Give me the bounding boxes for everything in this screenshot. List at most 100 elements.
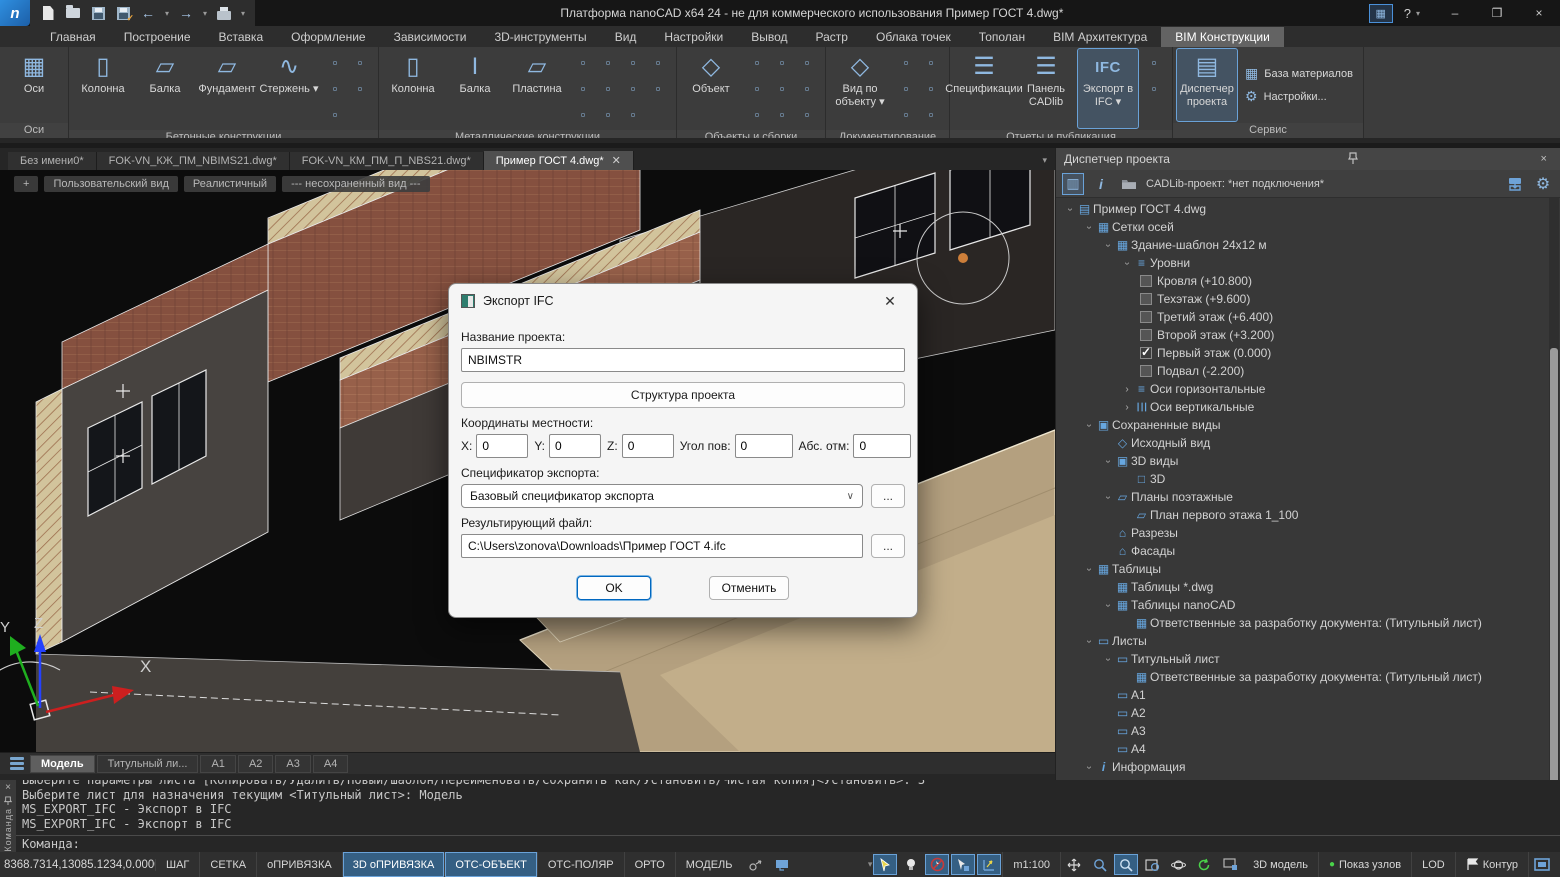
copy-spec-icon[interactable]: ▫	[1142, 76, 1166, 100]
joint-h2-icon[interactable]: ▫	[646, 76, 670, 100]
ribbon-tab-Оформление[interactable]: Оформление	[277, 27, 379, 47]
ribbon-button-rebar-rod[interactable]: ∿Стержень ▾	[259, 49, 319, 128]
export-spec-select[interactable]: Базовый спецификатор экспорта∨	[461, 484, 863, 508]
tree-item[interactable]: ▦Ответственные за разработку документа: …	[1056, 614, 1560, 632]
node-plate-icon[interactable]: ▫	[596, 76, 620, 100]
status-toggle-оПРИВЯЗКА[interactable]: оПРИВЯЗКА	[257, 852, 343, 877]
tree-report-icon[interactable]: ▫	[1142, 50, 1166, 74]
ribbon-button-steel-beam[interactable]: IБалка	[445, 49, 505, 128]
app-logo-icon[interactable]: n	[0, 0, 30, 26]
palette-icon[interactable]: ▦	[1369, 4, 1393, 23]
show-nodes-toggle[interactable]: ● Показ узлов	[1319, 852, 1412, 877]
ribbon-button-object-cube[interactable]: ◇Объект	[681, 49, 741, 128]
checkbox-unchecked[interactable]	[1140, 293, 1152, 305]
dome-rebar-icon[interactable]: ▫	[323, 102, 347, 126]
tree-item[interactable]: ›▦Таблицы	[1056, 560, 1560, 578]
panel-close-icon[interactable]: ×	[1536, 153, 1552, 165]
ok-button[interactable]: OK	[577, 576, 651, 600]
model-3d-toggle[interactable]: 3D модель	[1243, 852, 1319, 877]
snap-cursor-icon[interactable]	[873, 854, 897, 875]
redo-caret-icon[interactable]: ▾	[203, 9, 207, 18]
frame-icon[interactable]: ▫	[795, 50, 819, 74]
project-structure-button[interactable]: Структура проекта	[461, 382, 905, 408]
dim-500-v-icon[interactable]: ▫	[919, 76, 943, 100]
ribbon-tab-3D-инструменты[interactable]: 3D-инструменты	[480, 27, 600, 47]
dim-500-h-icon[interactable]: ▫	[919, 50, 943, 74]
viewport-control[interactable]: +	[14, 176, 38, 192]
tree-item[interactable]: ›≡Оси горизонтальные	[1056, 380, 1560, 398]
hierarchy-icon[interactable]: ▫	[596, 50, 620, 74]
ribbon-tab-Вид[interactable]: Вид	[601, 27, 651, 47]
command-pin-icon[interactable]	[4, 796, 12, 805]
coord-field-input[interactable]	[549, 434, 601, 458]
status-overflow-caret-icon[interactable]: ▾	[868, 859, 873, 870]
ucs-lock-icon[interactable]	[744, 854, 768, 875]
checkbox-unchecked[interactable]	[1140, 365, 1152, 377]
tree-item[interactable]: Подвал (-2.200)	[1056, 362, 1560, 380]
command-prompt[interactable]: Команда:	[16, 835, 1560, 852]
command-close-icon[interactable]: ×	[5, 782, 11, 793]
coord-field-input[interactable]	[476, 434, 528, 458]
rebar-net-icon[interactable]: ▫	[348, 76, 372, 100]
zoom-selected-icon[interactable]	[1140, 854, 1164, 875]
edit-sheet-icon[interactable]: ▫	[745, 76, 769, 100]
status-toggle-СЕТКА[interactable]: СЕТКА	[200, 852, 257, 877]
expand-open-icon[interactable]: ›	[1084, 635, 1095, 647]
lock-ui-icon[interactable]	[1218, 854, 1242, 875]
tree-item[interactable]: ›▦Здание-шаблон 24x12 м	[1056, 236, 1560, 254]
fullscreen-icon[interactable]	[1530, 854, 1554, 875]
expand-open-icon[interactable]: ›	[1103, 599, 1114, 611]
tree-item[interactable]: ▭A1	[1056, 686, 1560, 704]
qat-more-icon[interactable]: ▾	[241, 9, 245, 18]
tree-item[interactable]: ⌂Фасады	[1056, 542, 1560, 560]
coord-field-input[interactable]	[853, 434, 911, 458]
ribbon-button-concrete-column[interactable]: ▯Колонна	[73, 49, 133, 128]
cursor-context-icon[interactable]	[951, 854, 975, 875]
tree-item[interactable]: ›▭Титульный лист	[1056, 650, 1560, 668]
split-group-icon[interactable]: ▫	[770, 76, 794, 100]
ribbon-tab-Растр[interactable]: Растр	[802, 27, 862, 47]
tree-item[interactable]: ▭A3	[1056, 722, 1560, 740]
dynamic-input-icon[interactable]	[977, 854, 1001, 875]
ribbon-tab-Зависимости[interactable]: Зависимости	[380, 27, 481, 47]
print-icon[interactable]	[216, 5, 232, 21]
status-toggle-ОТС-ОБЪЕКТ[interactable]: ОТС-ОБЪЕКТ	[445, 852, 537, 877]
pan-icon[interactable]	[1062, 854, 1086, 875]
ribbon-menu-settings-gear[interactable]: ⚙Настройки...	[1245, 88, 1353, 105]
viewport-control[interactable]: Пользовательский вид	[44, 176, 177, 192]
bulb-icon[interactable]	[899, 854, 923, 875]
ribbon-button-project-manager[interactable]: ▤Диспетчер проекта	[1177, 49, 1237, 121]
expand-open-icon[interactable]: ›	[1122, 257, 1133, 269]
checkbox-unchecked[interactable]	[1140, 311, 1152, 323]
expand-open-icon[interactable]: ›	[1103, 491, 1114, 503]
tree-scrollbar-thumb[interactable]	[1550, 348, 1558, 780]
layout-tab-A4[interactable]: A4	[313, 755, 348, 773]
snap-off-icon[interactable]	[925, 854, 949, 875]
result-file-input[interactable]	[461, 534, 863, 558]
tree-item[interactable]: ⌂Разрезы	[1056, 524, 1560, 542]
bent-rod-icon[interactable]: ▫	[323, 50, 347, 74]
ribbon-button-spec-list[interactable]: ☰Спецификации	[954, 49, 1014, 128]
zoom-window-icon[interactable]	[1114, 854, 1138, 875]
brace-icon[interactable]: ▫	[571, 102, 595, 126]
ribbon-tab-Главная[interactable]: Главная	[36, 27, 110, 47]
anchor-bolt-icon[interactable]: ▫	[571, 50, 595, 74]
tree-item[interactable]: Первый этаж (0.000)	[1056, 344, 1560, 362]
checkbox-checked[interactable]	[1140, 347, 1152, 359]
ribbon-button-concrete-beam[interactable]: ▱Балка	[135, 49, 195, 128]
regen-icon[interactable]	[1192, 854, 1216, 875]
panel-settings-gear-icon[interactable]: ⚙	[1532, 173, 1554, 195]
tree-item[interactable]: ›▱Планы поэтажные	[1056, 488, 1560, 506]
base-plate-icon[interactable]: ▫	[596, 102, 620, 126]
expand-open-icon[interactable]: ›	[1084, 761, 1095, 773]
new-file-icon[interactable]	[40, 5, 56, 21]
joint-i-icon[interactable]: ▫	[646, 50, 670, 74]
expand-open-icon[interactable]: ›	[1084, 419, 1095, 431]
tree-item[interactable]: ◇Исходный вид	[1056, 434, 1560, 452]
ribbon-tab-Вставка[interactable]: Вставка	[205, 27, 278, 47]
spec-browse-button[interactable]: ...	[871, 484, 905, 508]
tree-item[interactable]: ›▦Таблицы nanoCAD	[1056, 596, 1560, 614]
expand-open-icon[interactable]: ›	[1103, 455, 1114, 467]
purlin-icon[interactable]: ▫	[621, 102, 645, 126]
flat-view-icon[interactable]: ▫	[894, 76, 918, 100]
